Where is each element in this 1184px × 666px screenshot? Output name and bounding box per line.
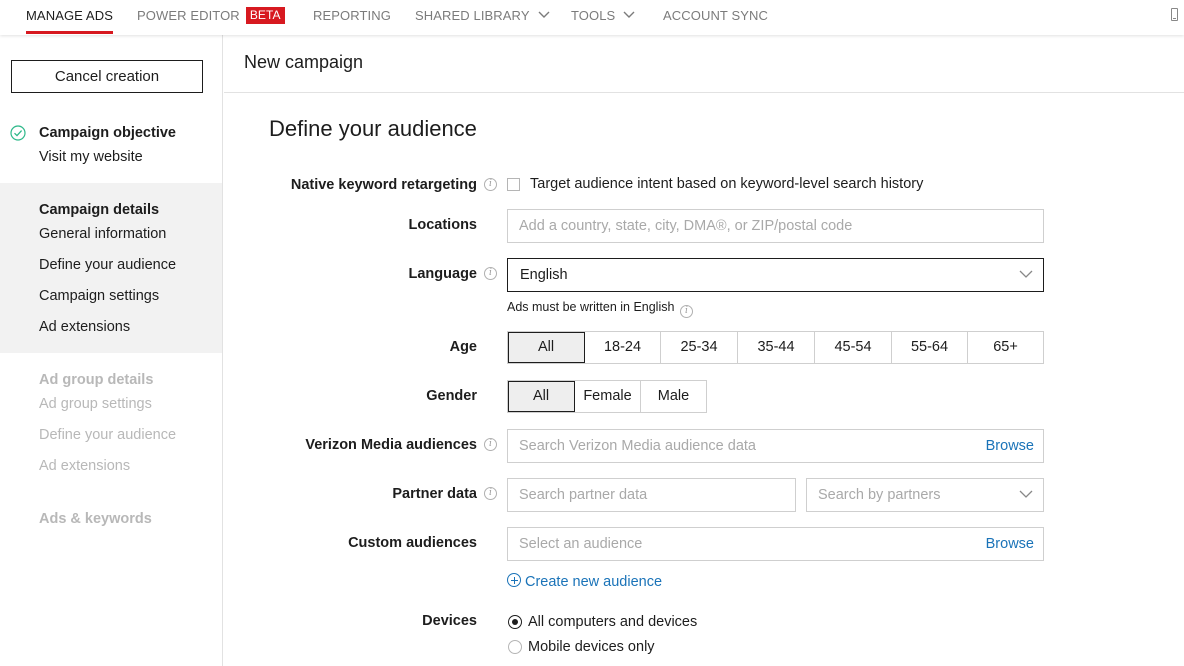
age-option-18-24[interactable]: 18-24: [585, 332, 661, 363]
sidebar-item-visit-website[interactable]: Visit my website: [39, 149, 143, 165]
sidebar-item-ad-group-extensions: Ad extensions: [39, 458, 131, 474]
info-icon[interactable]: i: [484, 487, 497, 500]
nav-label: TOOLS: [571, 8, 616, 23]
info-icon[interactable]: i: [484, 178, 497, 191]
beta-badge: BETA: [245, 6, 285, 24]
age-option-65-plus[interactable]: 65+: [968, 332, 1043, 363]
nav-shared-library[interactable]: SHARED LIBRARY: [415, 0, 550, 35]
plus-circle-icon: [507, 573, 521, 587]
language-hint: Ads must be written in English i: [507, 300, 693, 318]
sidebar-step-ad-group-details: Ad group details: [39, 372, 154, 388]
check-circle-icon: [10, 125, 26, 141]
nav-label: REPORTING: [313, 8, 391, 23]
custom-audiences-label: Custom audiences: [348, 535, 477, 551]
nav-label: POWER EDITOR: [137, 8, 240, 23]
verizon-audiences-placeholder: Search Verizon Media audience data: [519, 438, 756, 454]
locations-input[interactable]: Add a country, state, city, DMA®, or ZIP…: [507, 209, 1044, 243]
sidebar-item-ad-extensions[interactable]: Ad extensions: [39, 319, 130, 335]
sidebar-item-define-audience[interactable]: Define your audience: [39, 257, 176, 273]
info-icon[interactable]: i: [679, 305, 693, 318]
language-hint-text: Ads must be written in English: [507, 300, 675, 314]
sidebar-item-general-information[interactable]: General information: [39, 226, 166, 242]
custom-browse-link[interactable]: Browse: [986, 528, 1034, 560]
language-value: English: [520, 267, 568, 283]
age-segmented-control: All 18-24 25-34 35-44 45-54 55-64 65+: [507, 331, 1044, 364]
nav-label: MANAGE ADS: [26, 8, 113, 23]
nav-label: ACCOUNT SYNC: [663, 8, 768, 23]
verizon-audiences-label: Verizon Media audiences: [305, 437, 477, 453]
verizon-audiences-input[interactable]: Search Verizon Media audience data Brows…: [507, 429, 1044, 463]
custom-audiences-placeholder: Select an audience: [519, 536, 643, 552]
chevron-down-icon: [538, 11, 550, 19]
nav-reporting[interactable]: REPORTING: [313, 0, 391, 35]
age-label: Age: [449, 339, 477, 355]
sidebar-item-campaign-settings[interactable]: Campaign settings: [39, 288, 159, 304]
devices-radio-all[interactable]: [508, 615, 522, 629]
nav-manage-ads[interactable]: MANAGE ADS: [26, 0, 113, 35]
devices-option-all-label[interactable]: All computers and devices: [528, 614, 697, 630]
language-select[interactable]: English: [507, 258, 1044, 292]
info-icon[interactable]: i: [484, 267, 497, 280]
gender-option-male[interactable]: Male: [641, 381, 706, 412]
chevron-down-icon: [1019, 490, 1033, 498]
chevron-down-icon: [1019, 270, 1033, 278]
nav-power-editor[interactable]: POWER EDITOR BETA: [137, 0, 285, 35]
gender-segmented-control: All Female Male: [507, 380, 707, 413]
mobile-device-icon[interactable]: [1171, 8, 1178, 21]
chevron-down-icon: [623, 11, 635, 19]
page-title: New campaign: [244, 52, 364, 72]
age-option-25-34[interactable]: 25-34: [661, 332, 738, 363]
top-navigation: MANAGE ADS POWER EDITOR BETA REPORTING SH…: [0, 0, 1184, 35]
sidebar-item-ad-group-audience: Define your audience: [39, 427, 177, 443]
sidebar: Cancel creation Campaign objective Visit…: [0, 35, 223, 666]
devices-option-mobile-label[interactable]: Mobile devices only: [528, 639, 655, 655]
nav-account-sync[interactable]: ACCOUNT SYNC: [663, 0, 768, 35]
devices-radio-mobile[interactable]: [508, 640, 522, 654]
page-header: New campaign: [224, 35, 1184, 93]
gender-option-female[interactable]: Female: [575, 381, 641, 412]
create-new-audience-label: Create new audience: [525, 574, 663, 590]
sidebar-step-campaign-details[interactable]: Campaign details: [39, 202, 159, 218]
info-icon[interactable]: i: [484, 438, 497, 451]
age-option-45-54[interactable]: 45-54: [815, 332, 892, 363]
gender-label: Gender: [426, 388, 477, 404]
native-keyword-label: Native keyword retargeting: [290, 177, 477, 193]
age-option-55-64[interactable]: 55-64: [892, 332, 968, 363]
sidebar-step-ads-keywords: Ads & keywords: [39, 511, 152, 527]
nav-label: SHARED LIBRARY: [415, 8, 530, 23]
custom-audiences-input[interactable]: Select an audience Browse: [507, 527, 1044, 561]
partners-select-placeholder: Search by partners: [818, 487, 941, 503]
nav-tools[interactable]: TOOLS: [571, 0, 635, 35]
section-title: Define your audience: [269, 116, 477, 141]
partner-data-label: Partner data: [392, 486, 477, 502]
language-label: Language: [408, 266, 477, 282]
partner-data-input[interactable]: Search partner data: [507, 478, 796, 512]
age-option-35-44[interactable]: 35-44: [738, 332, 815, 363]
devices-label: Devices: [422, 613, 477, 629]
sidebar-item-ad-group-settings: Ad group settings: [39, 396, 152, 412]
verizon-browse-link[interactable]: Browse: [986, 430, 1034, 462]
locations-label: Locations: [408, 217, 477, 233]
partners-select[interactable]: Search by partners: [806, 478, 1044, 512]
age-option-all[interactable]: All: [508, 332, 585, 363]
create-new-audience-link[interactable]: Create new audience: [507, 573, 662, 590]
main-content: New campaign Define your audience Native…: [224, 35, 1184, 666]
native-keyword-checkbox[interactable]: [507, 178, 520, 191]
sidebar-step-campaign-objective[interactable]: Campaign objective: [39, 125, 176, 141]
gender-option-all[interactable]: All: [508, 381, 575, 412]
cancel-creation-button[interactable]: Cancel creation: [11, 60, 203, 93]
native-keyword-checkbox-label[interactable]: Target audience intent based on keyword-…: [530, 176, 923, 192]
